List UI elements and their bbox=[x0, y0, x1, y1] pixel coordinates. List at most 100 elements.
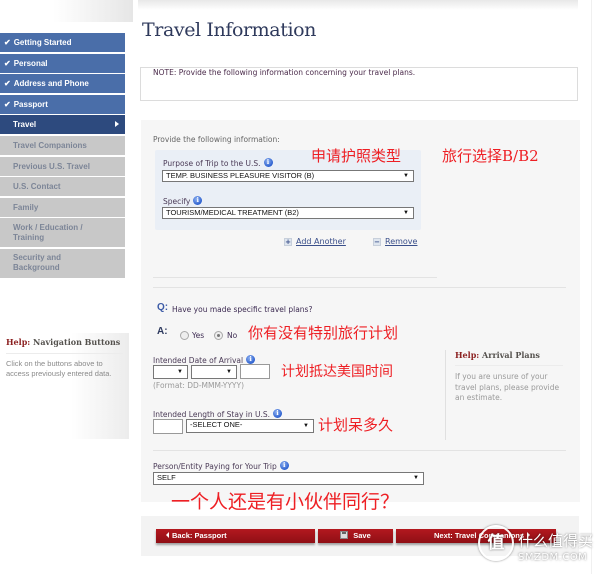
sidebar-item-work-education-training[interactable]: Work / Education / Training bbox=[0, 218, 125, 248]
chevron-down-icon: ▼ bbox=[303, 423, 309, 429]
stay-unit-select[interactable]: -SELECT ONE- ▼ bbox=[186, 419, 314, 433]
sidebar-nav: ✔ Getting Started ✔ Personal ✔ Address a… bbox=[0, 33, 125, 280]
sidebar-item-label: Personal bbox=[13, 58, 48, 68]
sidebar-item-passport[interactable]: ✔ Passport bbox=[0, 94, 125, 114]
sidebar-item-label: Family bbox=[13, 202, 39, 212]
annotation-choose-b2: 旅行选择B/B2 bbox=[442, 147, 539, 165]
page-edge bbox=[591, 0, 600, 574]
specify-label-text: Specify bbox=[163, 197, 191, 206]
sidebar-item-label: Getting Started bbox=[13, 38, 72, 47]
annotation-visa-type: 申请护照类型 bbox=[311, 147, 402, 165]
back-button-label: Back: Passport bbox=[172, 531, 227, 540]
info-icon[interactable]: i bbox=[263, 158, 273, 167]
divider bbox=[153, 450, 566, 451]
sidebar-item-address-and-phone[interactable]: ✔ Address and Phone bbox=[0, 74, 125, 94]
specify-select[interactable]: TOURISM/MEDICAL TREATMENT (B2) ▼ bbox=[162, 207, 414, 219]
save-button[interactable]: Save bbox=[318, 529, 393, 543]
sidebar-item-label: Security and Background bbox=[13, 253, 62, 273]
question-text: Have you made specific travel plans? bbox=[172, 305, 313, 314]
sidebar-item-label: Address and Phone bbox=[13, 79, 89, 89]
help-title: Help: Arrival Plans bbox=[455, 350, 563, 366]
paying-label: Person/Entity Paying for Your Trip i bbox=[153, 461, 289, 471]
radio-yes[interactable] bbox=[180, 331, 189, 340]
sidebar-item-getting-started[interactable]: ✔ Getting Started bbox=[0, 33, 125, 52]
watermark-text: 什么值得买 bbox=[518, 532, 594, 550]
watermark-subtext: SMZDM.COM bbox=[518, 552, 588, 563]
add-another-link[interactable]: + Add Another bbox=[284, 237, 346, 246]
help-title: Help: Navigation Buttons bbox=[6, 337, 123, 354]
radio-yes-label[interactable]: Yes bbox=[192, 331, 204, 340]
radio-no-label[interactable]: No bbox=[227, 331, 237, 340]
purpose-label: Purpose of Trip to the U.S. i bbox=[163, 158, 273, 168]
sidebar-item-security-and-background[interactable]: Security and Background bbox=[0, 248, 125, 278]
question-marker: Q: bbox=[157, 302, 169, 313]
stay-label: Intended Length of Stay in U.S. i bbox=[153, 409, 283, 419]
add-another-text[interactable]: Add Another bbox=[296, 237, 346, 246]
annotation-travel-plans: 你有没有特别旅行计划 bbox=[248, 324, 399, 342]
info-icon[interactable]: i bbox=[193, 196, 203, 205]
info-icon[interactable]: i bbox=[273, 409, 283, 418]
watermark-logo-icon: 值 bbox=[478, 525, 514, 561]
purpose-select[interactable]: TEMP. BUSINESS PLEASURE VISITOR (B) ▼ bbox=[162, 170, 414, 182]
divider bbox=[153, 287, 566, 288]
sidebar-item-us-contact[interactable]: U.S. Contact bbox=[0, 177, 125, 197]
help-heading: Arrival Plans bbox=[482, 350, 540, 360]
form-intro: Provide the following information: bbox=[153, 135, 280, 144]
sidebar-item-previous-us-travel[interactable]: Previous U.S. Travel bbox=[0, 156, 125, 176]
specify-select-value: TOURISM/MEDICAL TREATMENT (B2) bbox=[166, 208, 299, 217]
help-label: Help: bbox=[455, 350, 480, 360]
header-shade bbox=[138, 0, 578, 10]
remove-link[interactable]: − Remove bbox=[373, 237, 417, 246]
floppy-disk-icon bbox=[340, 531, 349, 539]
annotation-companions: 一个人还是有小伙伴同行？ bbox=[171, 491, 400, 513]
sidebar-item-label: Previous U.S. Travel bbox=[13, 161, 90, 171]
sidebar-top-shade bbox=[0, 0, 133, 22]
sidebar-item-travel-companions[interactable]: Travel Companions bbox=[0, 135, 125, 155]
sidebar-item-personal[interactable]: ✔ Personal bbox=[0, 53, 125, 73]
check-icon: ✔ bbox=[4, 79, 11, 89]
paying-label-text: Person/Entity Paying for Your Trip bbox=[153, 462, 277, 471]
help-navigation-buttons: Help: Navigation Buttons Click on the bu… bbox=[0, 333, 129, 439]
sidebar-item-label: Travel Companions bbox=[13, 140, 87, 150]
watermark: 值 什么值得买 SMZDM.COM bbox=[478, 525, 600, 574]
stay-number-input[interactable] bbox=[153, 419, 183, 434]
check-icon: ✔ bbox=[4, 58, 11, 68]
annotation-stay-length: 计划呆多久 bbox=[318, 416, 394, 434]
arrival-year-input[interactable] bbox=[240, 364, 270, 379]
paying-select-value: SELF bbox=[157, 473, 176, 482]
help-heading: Navigation Buttons bbox=[33, 337, 121, 347]
check-icon: ✔ bbox=[4, 38, 11, 47]
paying-select[interactable]: SELF ▼ bbox=[153, 472, 424, 485]
arrival-month-select[interactable]: ▼ bbox=[191, 365, 237, 379]
arrow-right-icon bbox=[115, 121, 119, 128]
sidebar-item-travel[interactable]: Travel bbox=[0, 115, 125, 135]
date-format-hint: (Format: DD-MMM-YYYY) bbox=[153, 381, 245, 390]
sidebar-item-family[interactable]: Family bbox=[0, 197, 125, 217]
info-icon[interactable]: i bbox=[279, 461, 289, 470]
stay-unit-value: -SELECT ONE- bbox=[190, 420, 243, 429]
info-icon[interactable]: i bbox=[246, 355, 256, 364]
radio-no[interactable] bbox=[214, 331, 223, 340]
answer-marker: A: bbox=[157, 326, 168, 337]
chevron-down-icon: ▼ bbox=[403, 210, 409, 216]
note-box: NOTE: Provide the following information … bbox=[140, 67, 578, 101]
plus-icon: + bbox=[284, 238, 292, 246]
sidebar-item-label: U.S. Contact bbox=[13, 182, 61, 192]
save-button-label: Save bbox=[353, 531, 371, 540]
arrival-day-select[interactable]: ▼ bbox=[153, 365, 188, 379]
sidebar-item-label: Travel bbox=[13, 120, 37, 130]
annotation-arrival-time: 计划抵达美国时间 bbox=[281, 364, 393, 380]
back-button[interactable]: Back: Passport bbox=[156, 529, 315, 543]
help-label: Help: bbox=[6, 337, 31, 347]
chevron-down-icon: ▼ bbox=[413, 475, 419, 481]
check-icon: ✔ bbox=[4, 99, 11, 109]
arrow-left-icon bbox=[166, 532, 169, 538]
remove-text[interactable]: Remove bbox=[385, 237, 417, 246]
specify-label: Specify i bbox=[163, 196, 203, 206]
chevron-down-icon: ▼ bbox=[226, 369, 232, 375]
sidebar-item-label: Work / Education / Training bbox=[13, 222, 83, 242]
page-title: Travel Information bbox=[142, 19, 317, 41]
help-arrival-plans: Help: Arrival Plans If you are unsure of… bbox=[445, 350, 563, 440]
minus-icon: − bbox=[373, 238, 381, 246]
chevron-down-icon: ▼ bbox=[177, 369, 183, 375]
